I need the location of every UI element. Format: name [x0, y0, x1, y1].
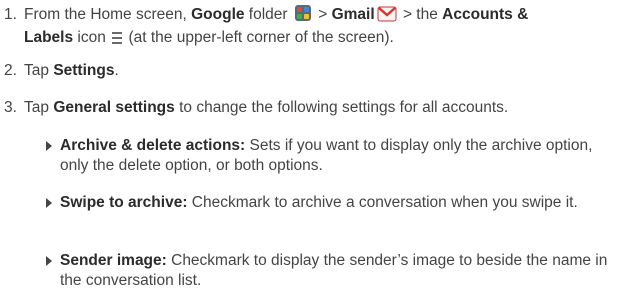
document-page: 1. From the Home screen, Google folder > … [0, 0, 628, 304]
menu-lines-icon [112, 31, 123, 51]
step-number: 3. [4, 99, 17, 116]
step-3: 3. Tap General settings to change the fol… [4, 99, 509, 116]
gmail-icon [377, 6, 397, 28]
step-number: 1. [4, 6, 17, 23]
google-folder-icon [294, 4, 312, 28]
bullet-arrow-icon [46, 141, 52, 151]
bullet-item: Sender image: Checkmark to display the s… [46, 251, 624, 291]
bullet-item: Archive & delete actions: Sets if you wa… [46, 136, 624, 176]
bullet-arrow-icon [46, 256, 52, 266]
step-2: 2. Tap Settings. [4, 62, 119, 79]
bullet-item: Swipe to archive: Checkmark to archive a… [46, 193, 624, 213]
step-number: 2. [4, 62, 17, 79]
bullet-arrow-icon [46, 198, 52, 208]
step-1: 1. From the Home screen, Google folder > … [4, 4, 624, 51]
